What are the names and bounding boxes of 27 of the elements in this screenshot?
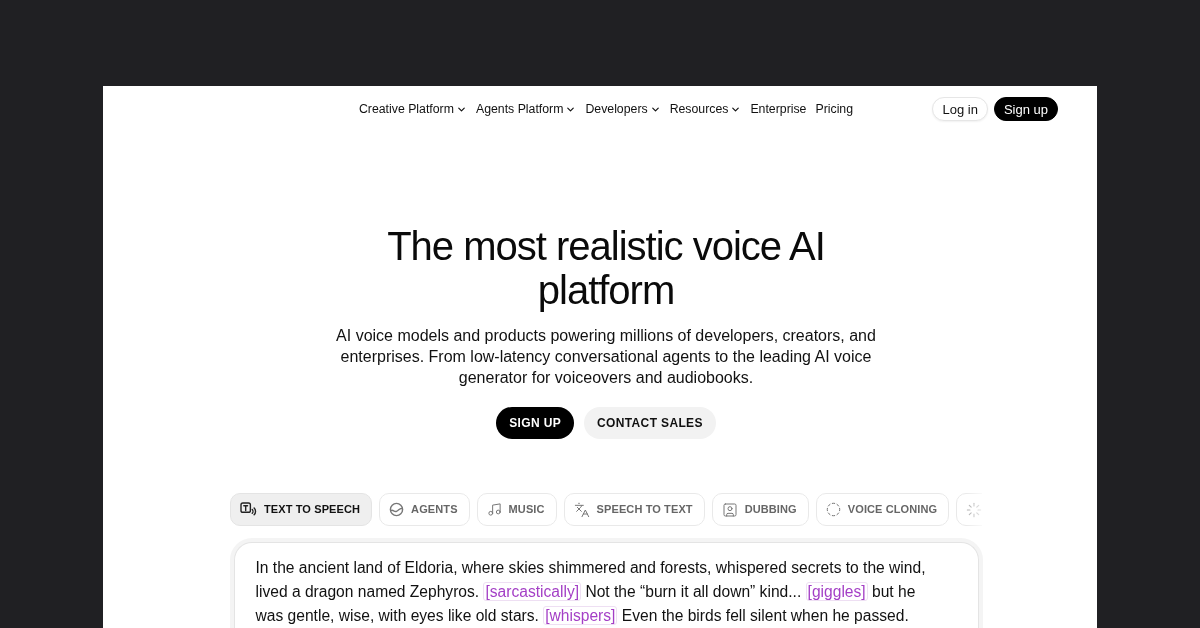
feature-tab[interactable]: MUSIC: [476, 493, 557, 526]
feature-tab[interactable]: DUBBING: [711, 493, 809, 526]
text-speech-icon: [240, 502, 257, 517]
dashed-circle-icon: [825, 502, 841, 517]
spinner-icon: [966, 501, 982, 518]
feature-tab[interactable]: VOICE CLONING: [815, 493, 950, 526]
nav-link[interactable]: Agents Platform: [475, 99, 577, 119]
music-note-icon: [486, 502, 502, 517]
feature-tab[interactable]: AGENTS: [379, 493, 470, 526]
nav-link[interactable]: Developers: [585, 99, 661, 119]
nav-link[interactable]: Enterprise: [750, 99, 807, 119]
sign-up-button[interactable]: SIGN UP: [496, 407, 575, 439]
hero-title: The most realistic voice AI platform: [386, 224, 826, 312]
nav-link[interactable]: Pricing: [815, 99, 854, 119]
feature-tab[interactable]: SPEECH TO TEXT: [563, 493, 705, 526]
hero-subtitle: AI voice models and products powering millions of developers, creators, and enterprises. From low-latency conversational agents to the leading AI voice generator for voiceovers and audiobooks.: [335, 326, 877, 388]
sign-up-button[interactable]: Sign up: [993, 97, 1058, 121]
feature-tab[interactable]: TEXT TO SPEECH: [230, 493, 373, 526]
translate-icon: [573, 501, 590, 518]
feature-tab[interactable]: [956, 493, 982, 526]
user-square-icon: [721, 501, 738, 518]
contact-sales-button[interactable]: CONTACT SALES: [584, 407, 716, 439]
nav-link[interactable]: Creative Platform: [358, 99, 467, 119]
circle-wave-icon: [389, 502, 405, 517]
nav-link[interactable]: Resources: [669, 99, 742, 119]
log-in-button[interactable]: Log in: [932, 97, 988, 121]
story-text[interactable]: In the ancient land of Eldoria, where skies shimmered and forests, whispered secrets to the wind, lived a dragon named Zephyros. [sarcastically] Not the “burn it all down” kind... [giggles] but he was gentle, wise, with eyes like old stars. [whispers] Even the birds fell silent when he passed.: [255, 556, 946, 628]
